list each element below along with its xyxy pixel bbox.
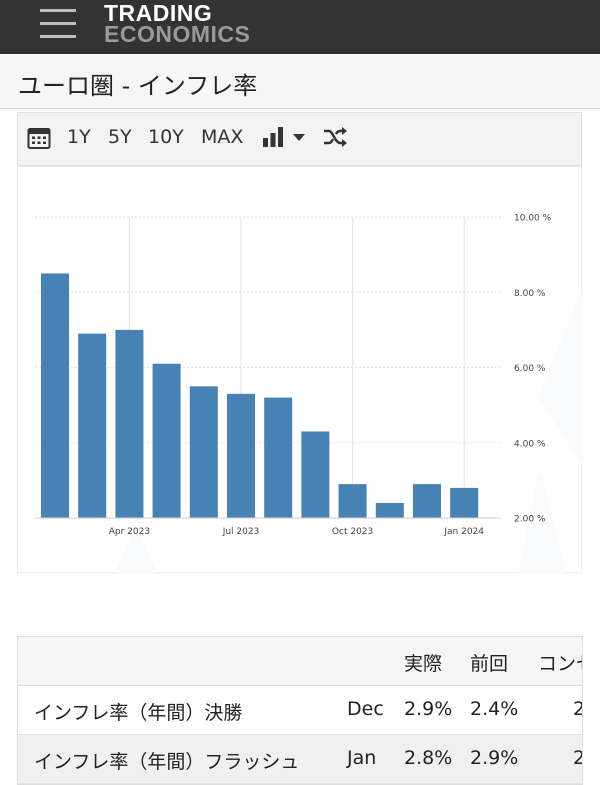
y-tick-label: 10.00 % — [514, 214, 552, 224]
row-consensus: 2 — [573, 747, 582, 769]
row-consensus: 2 — [573, 698, 582, 720]
calendar-icon[interactable] — [27, 126, 51, 150]
header-consensus: コンセ — [538, 653, 582, 675]
range-5y-button[interactable]: 5Y — [108, 126, 132, 148]
chart-toolbar: 1Y 5Y 10Y MAX — [17, 112, 582, 166]
chart-bar — [375, 502, 404, 518]
row-period: Dec — [347, 698, 384, 720]
title-bar: ユーロ圏 - インフレ率 — [0, 54, 600, 109]
indicator-table: 実際 前回 コンセ インフレ率（年間）決勝 Dec 2.9% 2.4% 2 イン… — [17, 636, 583, 785]
range-10y-button[interactable]: 10Y — [148, 126, 184, 148]
top-navbar: TRADING ECONOMICS — [0, 0, 600, 54]
header-previous: 前回 — [470, 653, 509, 675]
y-tick-label: 2.00 % — [514, 515, 546, 525]
chart-bar — [301, 431, 330, 518]
x-tick-label: Jul 2023 — [222, 527, 260, 537]
hamburger-menu-icon[interactable] — [40, 9, 76, 39]
chart-bar — [227, 393, 255, 518]
row-indicator-name[interactable]: インフレ率（年間）フラッシュ — [34, 747, 299, 774]
row-previous: 2.9% — [470, 747, 519, 769]
range-max-button[interactable]: MAX — [201, 126, 243, 148]
y-tick-label: 6.00 % — [514, 364, 546, 374]
chart-bar — [115, 329, 144, 518]
chart-bar — [189, 386, 218, 518]
header-actual: 実際 — [404, 653, 443, 675]
site-logo[interactable]: TRADING ECONOMICS — [104, 2, 251, 47]
chart-panel: 2.00 % 4.00 % 6.00 % 8.00 % 10.00 % Apr 2023 J… — [17, 166, 583, 574]
row-actual: 2.9% — [404, 698, 453, 720]
table-row[interactable]: インフレ率（年間）フラッシュ Jan 2.8% 2.9% 2 — [18, 735, 582, 784]
inflation-bar-chart: 2.00 % 4.00 % 6.00 % 8.00 % 10.00 % Apr 2023 J… — [35, 214, 583, 574]
x-tick-label: Apr 2023 — [109, 527, 150, 537]
x-tick-label: Oct 2023 — [332, 527, 373, 537]
chart-bar — [152, 363, 181, 518]
range-1y-button[interactable]: 1Y — [67, 126, 91, 148]
chart-bar — [264, 397, 293, 518]
dropdown-caret-icon[interactable] — [292, 132, 306, 142]
chart-bar — [413, 484, 441, 518]
table-header: 実際 前回 コンセ — [18, 637, 582, 686]
row-period: Jan — [347, 747, 377, 769]
bar-chart-icon[interactable] — [262, 126, 284, 148]
logo-line-2: ECONOMICS — [104, 21, 251, 47]
row-actual: 2.8% — [404, 747, 453, 769]
row-indicator-name[interactable]: インフレ率（年間）決勝 — [34, 698, 242, 725]
y-tick-label: 4.00 % — [514, 439, 546, 449]
row-previous: 2.4% — [470, 698, 519, 720]
chart-bar — [78, 333, 107, 518]
page-title: ユーロ圏 - インフレ率 — [18, 72, 258, 100]
shuffle-icon[interactable] — [322, 125, 348, 149]
x-tick-label: Jan 2024 — [443, 527, 484, 537]
table-row[interactable]: インフレ率（年間）決勝 Dec 2.9% 2.4% 2 — [18, 686, 582, 735]
y-tick-label: 8.00 % — [514, 289, 546, 299]
chart-bar — [41, 273, 69, 518]
chart-bar — [338, 484, 367, 518]
chart-bar — [450, 487, 479, 518]
